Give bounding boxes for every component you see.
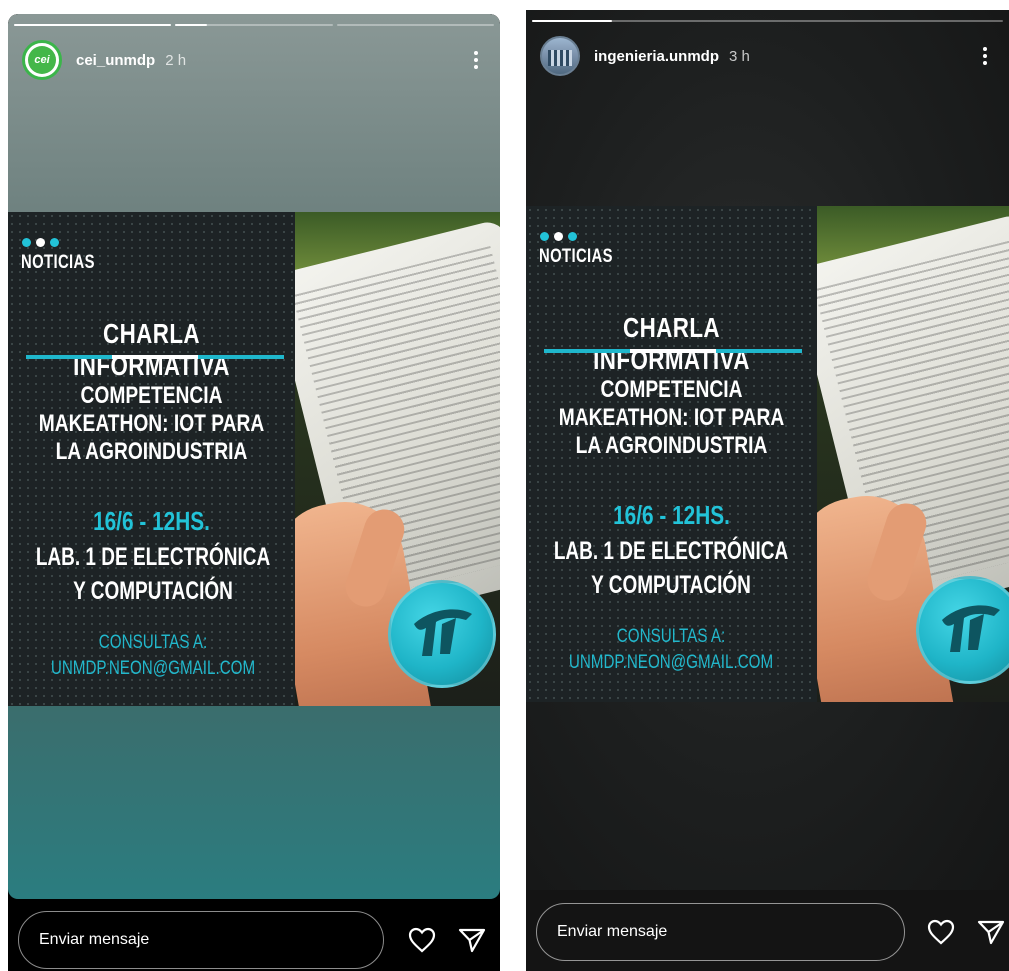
avatar[interactable] bbox=[540, 36, 580, 76]
message-input[interactable]: Enviar mensaje bbox=[536, 903, 906, 961]
username[interactable]: cei_unmdp bbox=[76, 52, 155, 69]
event-place: LAB. 1 DE ELECTRÓNICA Y COMPUTACIÓN bbox=[35, 543, 271, 605]
reply-bar: Enviar mensaje bbox=[526, 902, 1009, 962]
headline: CHARLA INFORMATIVA bbox=[593, 312, 750, 375]
event-date: 16/6 - 12HS. bbox=[613, 500, 730, 530]
event-place: LAB. 1 DE ELECTRÓNICA Y COMPUTACIÓN bbox=[553, 537, 789, 599]
section-label: NOTICIAS bbox=[21, 252, 95, 273]
contact-info: CONSULTAS A: UNMDP.NEON@GMAIL.COM bbox=[21, 630, 285, 682]
post-time: 2 h bbox=[165, 51, 187, 69]
send-icon[interactable] bbox=[973, 914, 1009, 950]
story-post-image: NOTICIAS CHARLA INFORMATIVA COMPETENCIA … bbox=[8, 212, 500, 706]
post-text-column: NOTICIAS CHARLA INFORMATIVA COMPETENCIA … bbox=[526, 206, 817, 702]
username[interactable]: ingenieria.unmdp bbox=[594, 48, 719, 65]
story-progress-bar bbox=[14, 24, 494, 26]
headline-divider bbox=[544, 349, 802, 353]
post-text-column: NOTICIAS CHARLA INFORMATIVA COMPETENCIA … bbox=[8, 212, 295, 706]
section-label: NOTICIAS bbox=[539, 246, 613, 267]
progress-segment bbox=[175, 24, 333, 26]
story-post-image: NOTICIAS CHARLA INFORMATIVA COMPETENCIA … bbox=[526, 206, 1009, 702]
story-header: ingenieria.unmdp 3 h bbox=[540, 36, 995, 76]
reply-bar: Enviar mensaje bbox=[8, 910, 500, 970]
event-title: COMPETENCIA MAKEATHON: IOT PARA LA AGROI… bbox=[558, 376, 785, 459]
section-dots bbox=[540, 232, 577, 241]
headline-divider bbox=[26, 355, 284, 359]
section-dots bbox=[22, 238, 59, 247]
avatar-logo-text: cei bbox=[28, 46, 56, 74]
avatar[interactable]: cei bbox=[22, 40, 62, 80]
contact-email: UNMDP.NEON@GMAIL.COM bbox=[568, 652, 774, 673]
post-time: 3 h bbox=[729, 47, 750, 65]
contact-label: CONSULTAS A: bbox=[98, 632, 208, 653]
contact-email: UNMDP.NEON@GMAIL.COM bbox=[50, 658, 256, 679]
story-header: cei cei_unmdp 2 h bbox=[22, 40, 486, 80]
progress-segment bbox=[14, 24, 172, 26]
neon-logo bbox=[388, 580, 496, 688]
progress-segment bbox=[336, 24, 494, 26]
heart-icon[interactable] bbox=[404, 922, 440, 958]
more-vertical-icon[interactable] bbox=[466, 48, 486, 72]
heart-icon[interactable] bbox=[923, 914, 959, 950]
event-title: COMPETENCIA MAKEATHON: IOT PARA LA AGROI… bbox=[38, 382, 265, 465]
story-viewer-cei[interactable]: cei cei_unmdp 2 h NOTICIAS CHARLA INFORM… bbox=[8, 14, 500, 971]
headline: CHARLA INFORMATIVA bbox=[73, 318, 230, 381]
message-input[interactable]: Enviar mensaje bbox=[18, 911, 384, 969]
story-progress-bar bbox=[532, 20, 1003, 22]
send-icon[interactable] bbox=[454, 922, 490, 958]
progress-segment bbox=[532, 20, 1003, 22]
event-date: 16/6 - 12HS. bbox=[93, 506, 210, 536]
neon-logo bbox=[916, 576, 1009, 684]
story-viewer-ingenieria[interactable]: ingenieria.unmdp 3 h NOTICIAS CHARLA INF… bbox=[526, 10, 1009, 971]
more-vertical-icon[interactable] bbox=[975, 44, 995, 68]
contact-label: CONSULTAS A: bbox=[616, 626, 726, 647]
contact-info: CONSULTAS A: UNMDP.NEON@GMAIL.COM bbox=[539, 624, 803, 676]
